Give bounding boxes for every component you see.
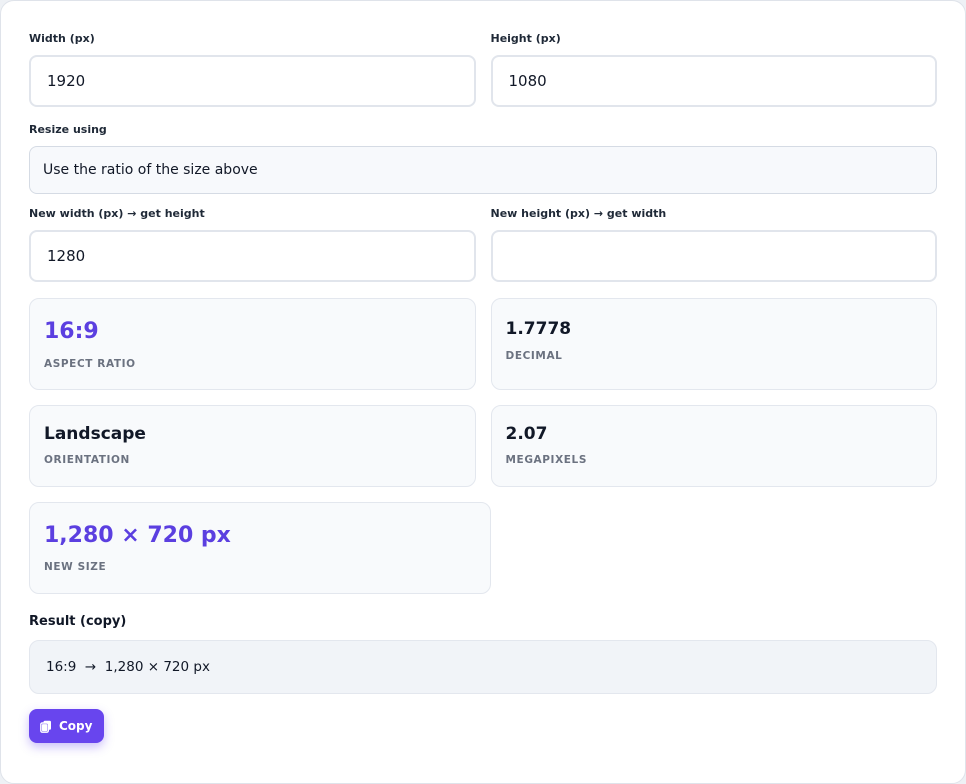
aspect-ratio-value: 16:9 xyxy=(44,319,99,344)
megapixels-caption: MEGAPIXELS xyxy=(505,454,587,466)
result-label: Result (copy) xyxy=(29,614,127,629)
new-width-label: New width (px) → get height xyxy=(29,207,205,220)
megapixels-card: 2.07 MEGAPIXELS xyxy=(490,405,937,487)
new-height-label: New height (px) → get width xyxy=(490,207,667,220)
copy-button-label: Copy xyxy=(59,719,93,733)
resize-using-label: Resize using xyxy=(29,123,107,136)
stats-row-2: Landscape ORIENTATION 2.07 MEGAPIXELS xyxy=(29,405,937,487)
resize-using-value: Use the ratio of the size above xyxy=(43,162,258,178)
aspect-ratio-caption: ASPECT RATIO xyxy=(44,358,136,370)
orientation-card: Landscape ORIENTATION xyxy=(29,405,476,487)
orientation-value: Landscape xyxy=(44,424,146,444)
width-label: Width (px) xyxy=(29,32,95,45)
new-width-input[interactable]: 1280 xyxy=(29,230,476,282)
new-size-value: 1,280 × 720 px xyxy=(44,523,231,548)
width-input-value: 1920 xyxy=(47,72,86,90)
decimal-caption: DECIMAL xyxy=(505,350,563,362)
copy-button[interactable]: Copy xyxy=(29,709,105,743)
megapixels-value: 2.07 xyxy=(505,424,548,444)
width-group: Width (px) 1920 xyxy=(29,29,476,107)
decimal-card: 1.7778 DECIMAL xyxy=(490,298,937,390)
resize-using-select[interactable]: Use the ratio of the size above xyxy=(29,146,937,194)
aspect-ratio-card: 16:9 ASPECT RATIO xyxy=(29,298,476,390)
height-group: Height (px) 1080 xyxy=(490,29,937,107)
new-height-group: New height (px) → get width xyxy=(490,207,937,282)
stats-row-1: 16:9 ASPECT RATIO 1.7778 DECIMAL xyxy=(29,298,937,390)
decimal-value: 1.7778 xyxy=(505,319,572,339)
result-text: 16:9 → 1,280 × 720 px xyxy=(46,659,210,675)
result-output[interactable]: 16:9 → 1,280 × 720 px xyxy=(29,640,937,694)
new-dimensions-row: New width (px) → get height 1280 New hei… xyxy=(29,207,937,282)
new-size-caption: NEW SIZE xyxy=(44,561,107,573)
calculator-card: Width (px) 1920 Height (px) 1080 Resize … xyxy=(0,0,966,784)
height-input[interactable]: 1080 xyxy=(490,55,937,107)
width-input[interactable]: 1920 xyxy=(29,55,476,107)
dimensions-row: Width (px) 1920 Height (px) 1080 xyxy=(29,29,937,107)
copy-icon xyxy=(40,720,52,733)
new-height-input[interactable] xyxy=(490,230,937,282)
orientation-caption: ORIENTATION xyxy=(44,454,130,466)
new-size-card: 1,280 × 720 px NEW SIZE xyxy=(29,502,491,594)
new-width-group: New width (px) → get height 1280 xyxy=(29,207,476,282)
height-input-value: 1080 xyxy=(508,72,547,90)
stats-row-3-spacer xyxy=(506,502,938,594)
stats-row-3: 1,280 × 720 px NEW SIZE xyxy=(29,502,937,594)
height-label: Height (px) xyxy=(490,32,561,45)
new-width-input-value: 1280 xyxy=(47,247,86,265)
